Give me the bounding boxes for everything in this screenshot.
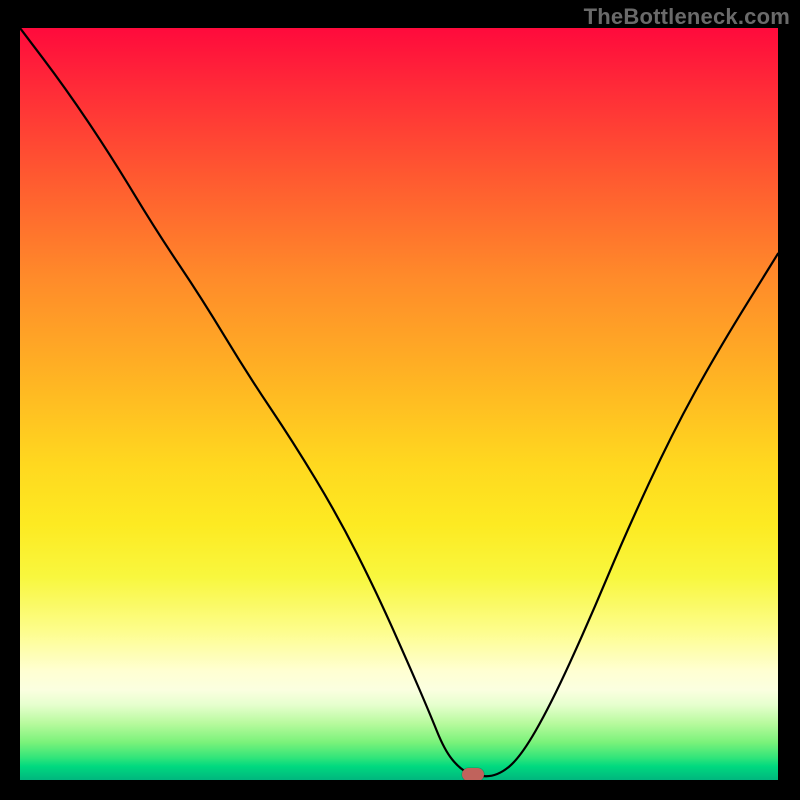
optimal-marker bbox=[462, 768, 484, 780]
chart-frame: TheBottleneck.com bbox=[0, 0, 800, 800]
bottleneck-curve-path bbox=[20, 28, 778, 776]
plot-area bbox=[20, 28, 778, 780]
watermark-text: TheBottleneck.com bbox=[584, 4, 790, 30]
bottleneck-curve-svg bbox=[20, 28, 778, 780]
